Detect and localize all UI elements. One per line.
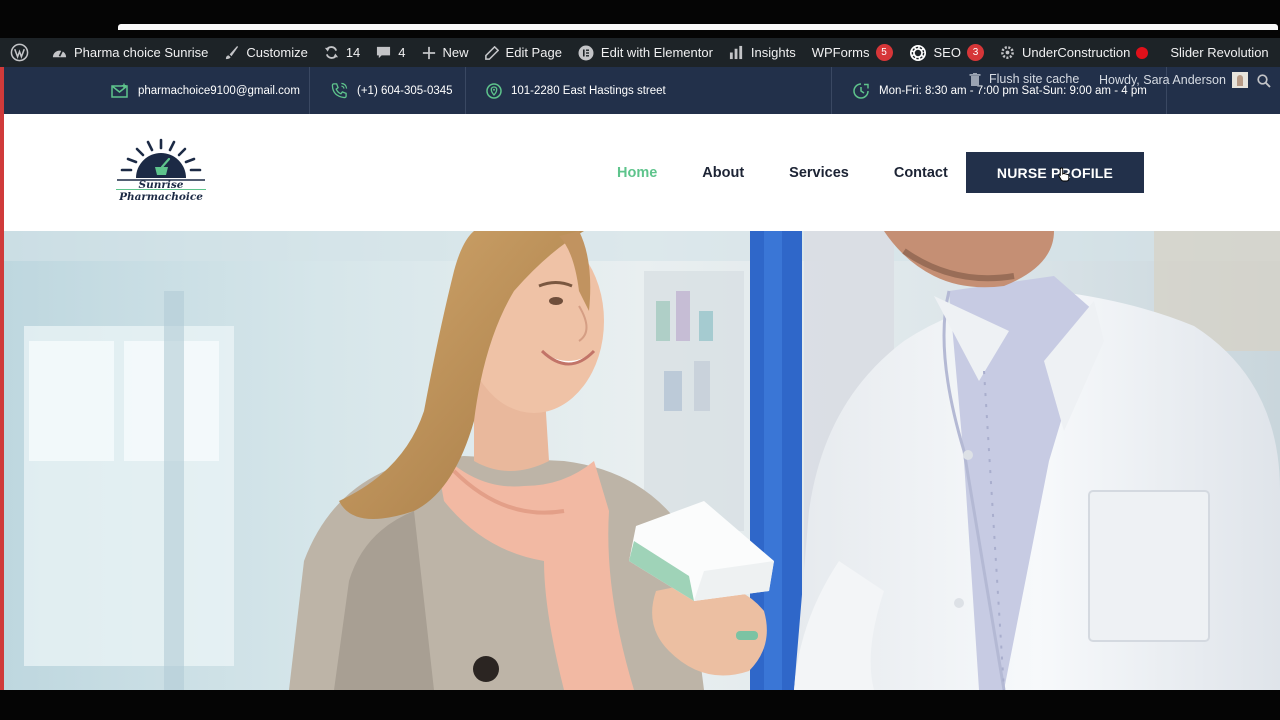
contact-info-bar: pharmachoice9100@gmail.com (+1) 604-305-… bbox=[4, 67, 1280, 114]
phone-item[interactable]: (+1) 604-305-0345 bbox=[331, 67, 453, 114]
edit-elementor-label: Edit with Elementor bbox=[600, 45, 713, 60]
email-text: pharmachoice9100@gmail.com bbox=[138, 84, 300, 97]
edit-page-label: Edit Page bbox=[505, 45, 562, 60]
sunrise-logo-icon bbox=[117, 138, 205, 181]
phone-icon bbox=[331, 82, 348, 99]
browser-strip bbox=[118, 24, 1278, 30]
seo-label: SEO bbox=[933, 45, 961, 60]
address-item: 101-2280 East Hastings street bbox=[486, 67, 666, 114]
seo-gear-icon bbox=[909, 44, 926, 61]
address-text: 101-2280 East Hastings street bbox=[511, 84, 666, 97]
search-button[interactable] bbox=[1257, 74, 1271, 91]
trash-icon bbox=[969, 72, 981, 86]
avatar bbox=[1231, 72, 1248, 88]
location-icon bbox=[486, 82, 502, 99]
email-icon bbox=[111, 83, 128, 98]
nav-about[interactable]: About bbox=[702, 165, 744, 181]
hand-cursor-icon bbox=[1058, 167, 1070, 182]
hero-image bbox=[4, 231, 1280, 690]
flush-cache-label: Flush site cache bbox=[989, 72, 1080, 86]
new-label: New bbox=[442, 45, 469, 60]
site-header: Sunrise Pharmachoice Home About Services… bbox=[4, 114, 1280, 231]
edit-elementor-link[interactable]: Edit with Elementor bbox=[570, 38, 721, 67]
seo-link[interactable]: SEO 3 bbox=[901, 38, 992, 67]
wpforms-link[interactable]: WPForms 5 bbox=[804, 38, 901, 67]
email-item[interactable]: pharmachoice9100@gmail.com bbox=[111, 67, 300, 114]
avatar-figure-icon bbox=[1236, 75, 1243, 86]
logo-line-2: Pharmachoice bbox=[119, 191, 203, 203]
nurse-profile-button[interactable]: NURSE PROFILE bbox=[966, 152, 1144, 193]
bar-chart-icon bbox=[729, 45, 743, 60]
dashboard-icon bbox=[52, 50, 67, 58]
info-divider bbox=[831, 67, 832, 114]
elementor-icon bbox=[578, 45, 594, 60]
comments-link[interactable]: 4 bbox=[368, 38, 413, 67]
site-name-link[interactable]: Pharma choice Sunrise bbox=[44, 38, 216, 67]
updates-icon bbox=[324, 46, 338, 59]
info-divider bbox=[465, 67, 466, 114]
wordpress-icon bbox=[10, 43, 29, 62]
brush-icon bbox=[226, 45, 239, 60]
edit-page-link[interactable]: Edit Page bbox=[477, 38, 570, 67]
hero-photo bbox=[4, 231, 1280, 690]
comments-count: 4 bbox=[398, 45, 406, 60]
video-frame-bottom bbox=[0, 690, 1280, 720]
insights-link[interactable]: Insights bbox=[721, 38, 804, 67]
search-icon bbox=[1257, 74, 1271, 88]
pencil-icon bbox=[484, 45, 499, 60]
wpforms-label: WPForms bbox=[811, 45, 870, 60]
plus-icon bbox=[422, 46, 435, 59]
wp-admin-bar: Pharma choice Sunrise Customize 14 4 New… bbox=[0, 38, 1280, 67]
user-account-menu[interactable]: Howdy, Sara Anderson bbox=[1099, 72, 1248, 88]
site-logo[interactable]: Sunrise Pharmachoice bbox=[112, 134, 210, 212]
under-construction-label: UnderConstruction bbox=[1021, 45, 1131, 60]
customize-link[interactable]: Customize bbox=[216, 38, 315, 67]
comment-icon bbox=[377, 46, 391, 59]
clock-icon bbox=[853, 82, 869, 99]
settings-gear-icon bbox=[1001, 46, 1014, 59]
flush-cache-link[interactable]: Flush site cache bbox=[969, 72, 1079, 86]
video-frame-top bbox=[0, 0, 1280, 38]
new-content-link[interactable]: New bbox=[414, 38, 477, 67]
nav-home[interactable]: Home bbox=[617, 165, 657, 181]
slider-revolution-label: Slider Revolution bbox=[1170, 45, 1269, 60]
insights-label: Insights bbox=[750, 45, 796, 60]
wpforms-badge: 5 bbox=[875, 44, 893, 61]
main-navigation: Home About Services Contact bbox=[617, 114, 948, 231]
howdy-label: Howdy, Sara Anderson bbox=[1099, 73, 1226, 87]
info-divider bbox=[309, 67, 310, 114]
under-construction-link[interactable]: UnderConstruction bbox=[992, 38, 1156, 67]
nav-contact[interactable]: Contact bbox=[894, 165, 948, 181]
phone-text: (+1) 604-305-0345 bbox=[357, 84, 453, 97]
site-name-label: Pharma choice Sunrise bbox=[74, 45, 209, 60]
wordpress-logo-button[interactable] bbox=[0, 38, 44, 67]
slider-revolution-link[interactable]: Slider Revolution bbox=[1156, 38, 1276, 67]
updates-count: 14 bbox=[345, 45, 361, 60]
updates-link[interactable]: 14 bbox=[316, 38, 368, 67]
nav-services[interactable]: Services bbox=[789, 165, 849, 181]
logo-underline bbox=[116, 189, 206, 190]
seo-badge: 3 bbox=[966, 44, 984, 61]
status-dot-icon bbox=[1136, 46, 1149, 59]
customize-label: Customize bbox=[246, 45, 308, 60]
